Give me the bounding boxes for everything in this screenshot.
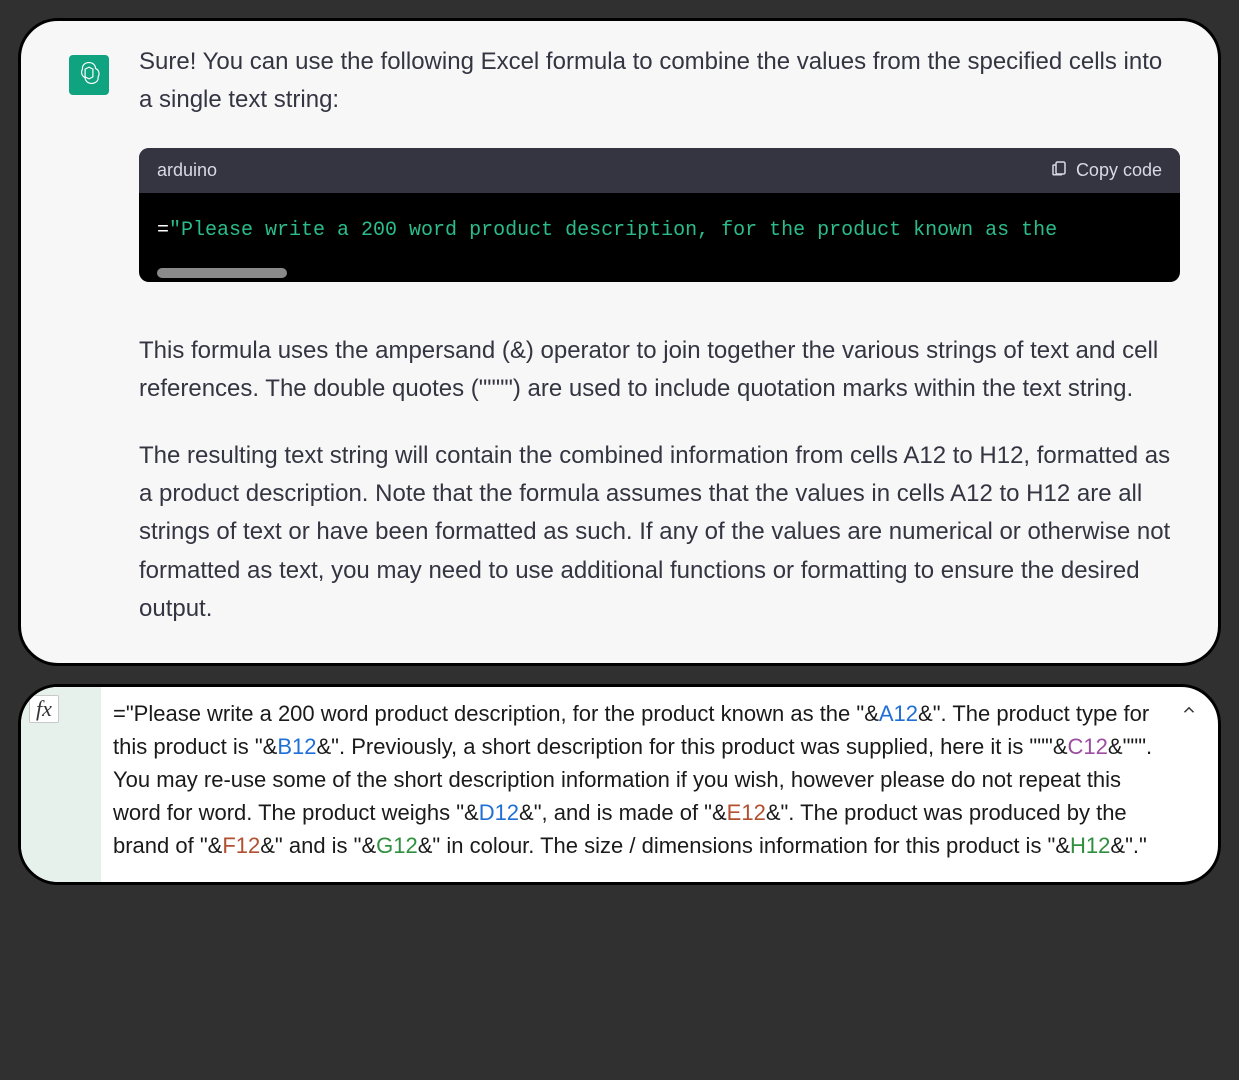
chat-card: Sure! You can use the following Excel fo… <box>18 18 1221 666</box>
chat-body: Sure! You can use the following Excel fo… <box>139 43 1180 629</box>
cell-ref-D12: D12 <box>479 800 519 825</box>
fx-badge: fx <box>29 695 59 723</box>
cell-ref-A12: A12 <box>879 701 918 726</box>
chevron-up-icon[interactable] <box>1180 701 1198 725</box>
copy-code-label: Copy code <box>1076 160 1162 181</box>
code-block: arduino Copy code ="Please write a 200 w… <box>139 148 1180 282</box>
code-content[interactable]: ="Please write a 200 word product descri… <box>139 193 1180 282</box>
formula-bar[interactable]: ="Please write a 200 word product descri… <box>101 687 1218 882</box>
cell-ref-C12: C12 <box>1068 734 1108 759</box>
cell-ref-E12: E12 <box>727 800 766 825</box>
formula-text: &", and is made of "& <box>519 800 727 825</box>
code-eq: = <box>157 219 169 242</box>
formula-text: &"." <box>1110 833 1146 858</box>
cell-ref-B12: B12 <box>277 734 316 759</box>
excel-formula-card: fx ="Please write a 200 word product des… <box>18 684 1221 885</box>
cell-ref-H12: H12 <box>1070 833 1110 858</box>
cell-ref-F12: F12 <box>222 833 260 858</box>
excel-gutter: fx <box>21 687 101 882</box>
code-lang-label: arduino <box>157 160 217 181</box>
assistant-avatar <box>69 55 109 95</box>
copy-code-button[interactable]: Copy code <box>1050 158 1162 183</box>
formula-text: ="Please write a 200 word product descri… <box>113 701 879 726</box>
formula-text: &" in colour. The size / dimensions info… <box>418 833 1070 858</box>
formula-text: &". Previously, a short description for … <box>316 734 1067 759</box>
horizontal-scrollbar[interactable] <box>157 268 287 278</box>
chat-para-2: The resulting text string will contain t… <box>139 437 1180 629</box>
chat-intro: Sure! You can use the following Excel fo… <box>139 43 1180 120</box>
openai-logo-icon <box>76 60 102 91</box>
chat-para-1: This formula uses the ampersand (&) oper… <box>139 332 1180 409</box>
formula-text: &" and is "& <box>260 833 376 858</box>
clipboard-icon <box>1050 158 1068 183</box>
code-string: "Please write a 200 word product descrip… <box>169 219 1057 242</box>
cell-ref-G12: G12 <box>376 833 418 858</box>
code-header: arduino Copy code <box>139 148 1180 193</box>
